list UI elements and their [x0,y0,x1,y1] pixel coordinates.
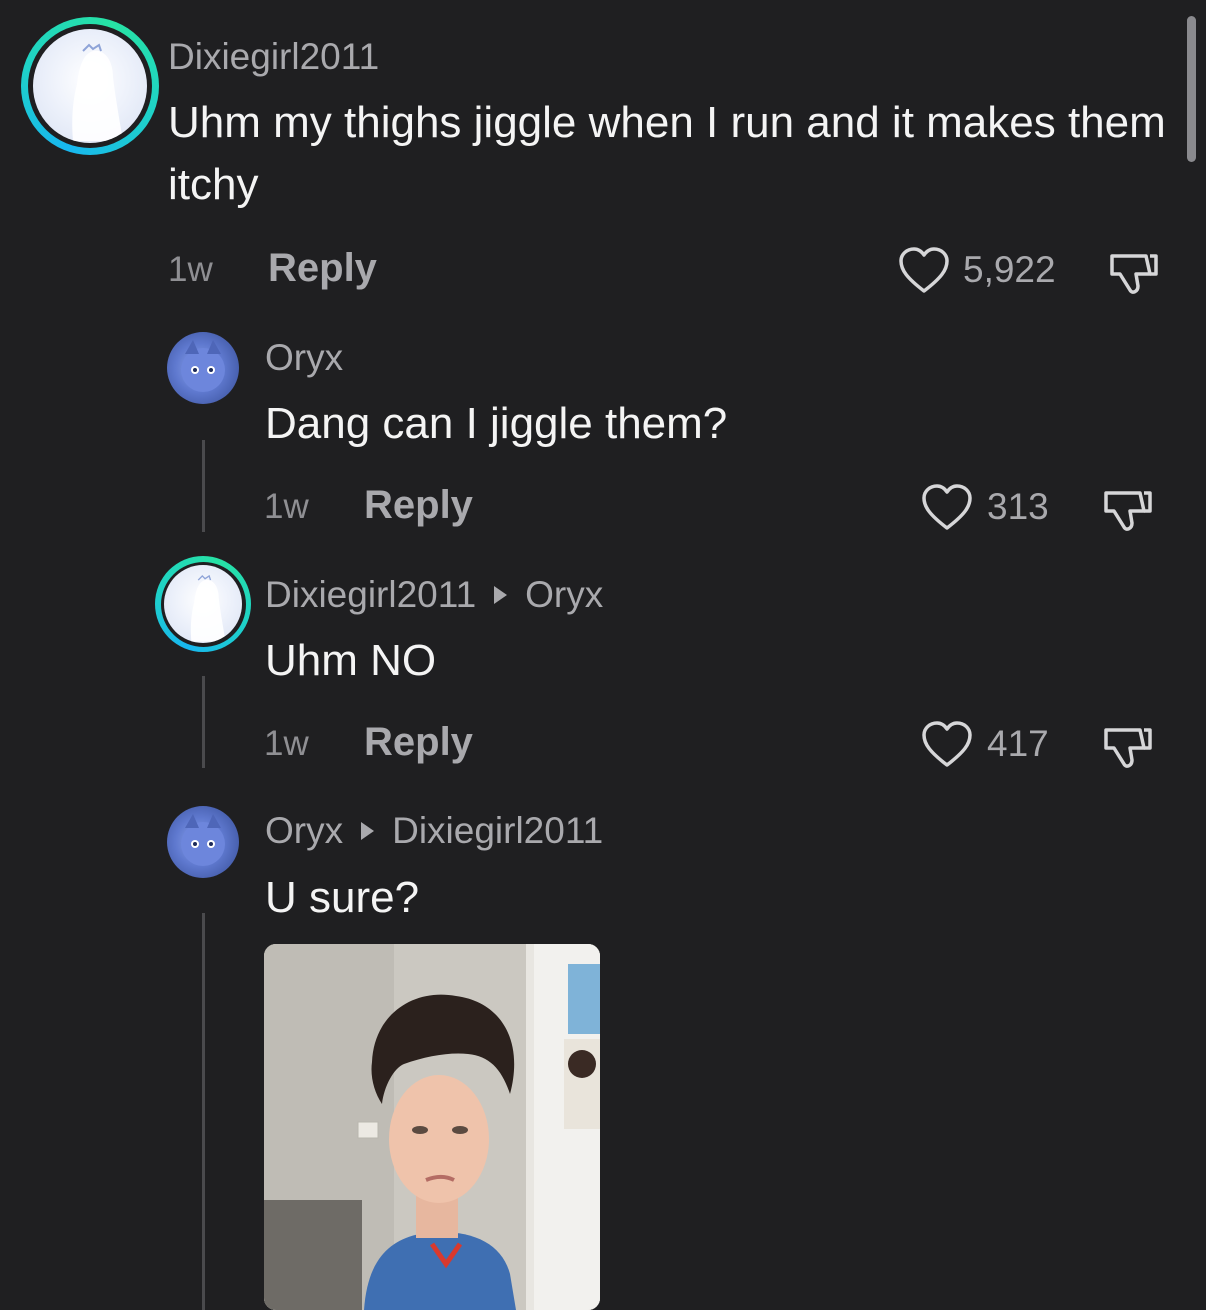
dislike-button[interactable] [1100,722,1156,772]
like-button[interactable] [920,720,974,770]
reply-button[interactable]: Reply [268,246,377,291]
comment-username[interactable]: Dixiegirl2011 [168,36,379,78]
reply-arrow-icon [361,822,375,840]
dislike-icon [1110,254,1158,294]
avatar-dixiegirl[interactable] [155,556,251,652]
photo-person-image [264,944,600,1310]
dislike-button[interactable] [1106,248,1162,298]
comment-username[interactable]: Oryx [265,337,343,379]
reply-button[interactable]: Reply [364,720,473,765]
avatar-cat-icon [181,814,225,866]
heart-icon [922,721,972,767]
thread-line [202,913,205,1310]
dislike-icon [1104,491,1152,531]
dislike-button[interactable] [1100,485,1156,535]
comment-time: 1w [264,487,309,526]
comment-text: Uhm NO [265,636,437,685]
heart-icon [899,247,949,293]
comment-header: Oryx Dixiegirl2011 [265,810,603,852]
comment-username[interactable]: Dixiegirl2011 [265,574,476,616]
like-button[interactable] [897,246,951,296]
scrollbar[interactable] [1187,16,1196,162]
comment-time: 1w [264,724,309,763]
comment-header: Dixiegirl2011 Oryx [265,574,603,616]
comment-text: Uhm my thighs jiggle when I run and it m… [168,98,1166,209]
dislike-icon [1104,728,1152,768]
comment-text: Dang can I jiggle them? [265,399,728,448]
thread-line [202,676,205,768]
reply-to-username[interactable]: Oryx [525,574,603,616]
comment-photo[interactable] [264,944,600,1310]
avatar-dixiegirl[interactable] [21,17,159,155]
comment-time: 1w [168,250,213,289]
avatar-silhouette-icon [72,43,123,141]
reply-to-username[interactable]: Dixiegirl2011 [392,810,603,852]
avatar-oryx[interactable] [167,806,239,878]
avatar-cat-icon [181,340,225,392]
comment-username[interactable]: Oryx [265,810,343,852]
thread-line [202,440,205,532]
comment-text: U sure? [265,873,420,922]
avatar-oryx[interactable] [167,332,239,404]
reply-button[interactable]: Reply [364,483,473,528]
like-count: 313 [987,486,1049,527]
avatar-silhouette-icon [190,574,226,642]
like-count: 417 [987,723,1049,764]
like-count: 5,922 [963,249,1056,290]
heart-icon [922,484,972,530]
reply-arrow-icon [494,586,508,604]
like-button[interactable] [920,483,974,533]
